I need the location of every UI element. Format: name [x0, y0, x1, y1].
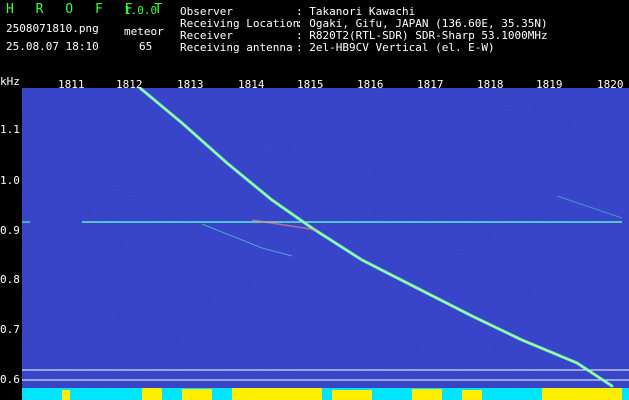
- y-tick-0-7: 0.7: [0, 323, 20, 336]
- meteor-label: meteor: [124, 25, 164, 38]
- app-version: 1.0.0: [124, 4, 158, 17]
- info-value-antenna: : 2el-HB9CV Vertical (el. E-W): [296, 41, 495, 54]
- noise-intensity-bar: [22, 388, 629, 400]
- spectrogram-noise: [22, 88, 629, 400]
- filename: 2508071810.png: [6, 22, 99, 35]
- y-tick-0-6: 0.6: [0, 373, 20, 386]
- header-panel: H R O F F T 1.0.0 2508071810.png meteor …: [0, 0, 629, 72]
- y-tick-0-8: 0.8: [0, 273, 20, 286]
- info-label-antenna: Receiving antenna: [180, 41, 293, 54]
- y-tick-0-9: 0.9: [0, 224, 20, 237]
- y-axis-unit: kHz: [0, 75, 20, 88]
- meteor-count: 65: [139, 40, 153, 53]
- datetime: 25.08.07 18:10: [6, 40, 99, 53]
- y-tick-1-1: 1.1: [0, 123, 20, 136]
- y-tick-1-0: 1.0: [0, 174, 20, 187]
- spectrogram-plot: [22, 88, 629, 400]
